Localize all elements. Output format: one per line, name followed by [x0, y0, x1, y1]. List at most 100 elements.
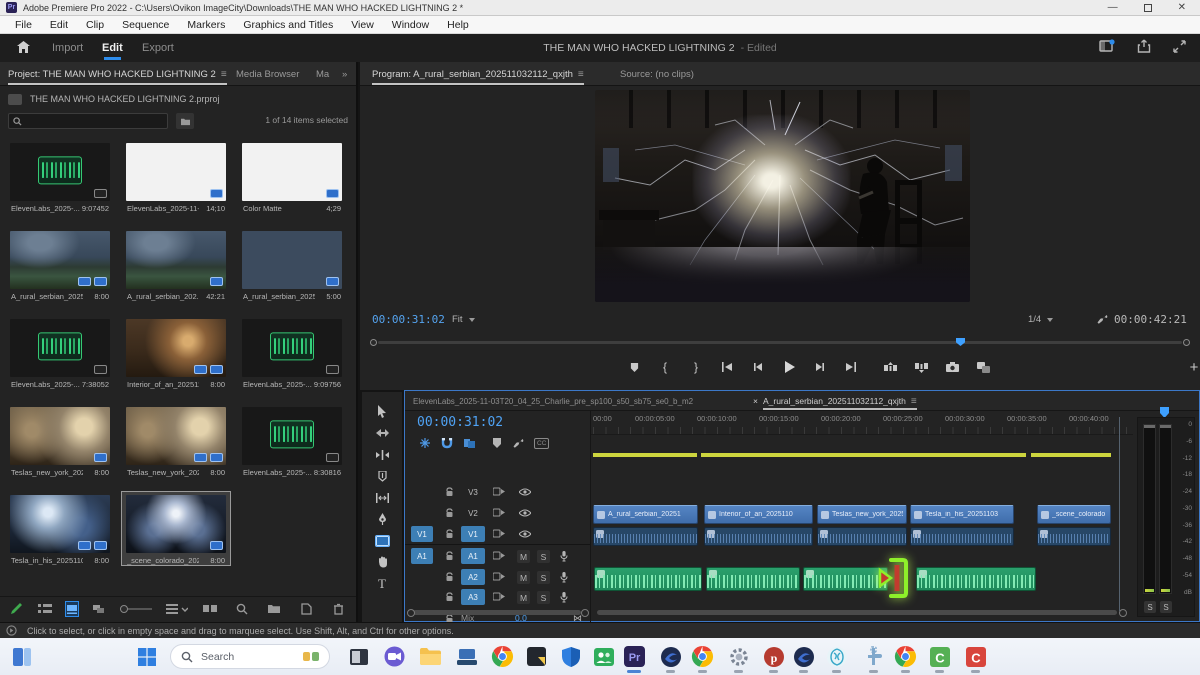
video-item-thumbnail[interactable]: [126, 319, 226, 377]
minimize-button[interactable]: —: [1108, 3, 1118, 13]
track-target-v2[interactable]: V2: [461, 505, 485, 521]
taskbar-item-swirl-app-1[interactable]: [657, 643, 684, 670]
timeline-clip-a1[interactable]: [704, 527, 813, 546]
track-header-a3[interactable]: A3MS: [405, 588, 591, 607]
project-search-input[interactable]: [8, 113, 168, 129]
track-header-v1[interactable]: V1V1: [405, 525, 591, 544]
tab-export[interactable]: Export: [142, 34, 174, 62]
taskbar-start-button[interactable]: [133, 643, 160, 670]
timeline-clip-v1[interactable]: Teslas_new_york_2025: [817, 505, 907, 524]
panel-menu-icon[interactable]: ≡: [221, 69, 227, 80]
timeline-clip-a3[interactable]: [916, 567, 1036, 591]
solo-button[interactable]: S: [537, 591, 550, 604]
ripple-edit-tool[interactable]: [371, 445, 393, 464]
new-bin-button[interactable]: [266, 602, 282, 616]
work-area-bar[interactable]: [593, 453, 697, 457]
video-item-thumbnail[interactable]: [10, 231, 110, 289]
mark-out-button[interactable]: }: [684, 356, 708, 378]
lift-button[interactable]: [878, 356, 902, 378]
project-item[interactable]: ElevenLabs_2025-11-...14;10: [122, 140, 230, 213]
menu-graphics-and-titles[interactable]: Graphics and Titles: [234, 19, 342, 31]
sync-lock-icon[interactable]: [493, 487, 505, 496]
lock-icon[interactable]: [445, 551, 454, 561]
go-to-in-button[interactable]: [715, 356, 739, 378]
taskbar-item-green-c-app[interactable]: C: [926, 643, 953, 670]
tab-truncated[interactable]: Ma: [316, 62, 329, 86]
taskbar-search-input[interactable]: Search: [170, 644, 330, 669]
track-header-a2[interactable]: A2MS: [405, 568, 591, 587]
selection-tool[interactable]: [371, 402, 393, 421]
program-playhead[interactable]: [956, 338, 965, 346]
tab-timeline-background-sequence[interactable]: ElevenLabs_2025-11-03T20_04_25_Charlie_p…: [413, 391, 693, 411]
close-button[interactable]: ✕: [1178, 3, 1186, 13]
hand-tool[interactable]: [371, 553, 393, 572]
matte-item-thumbnail[interactable]: [242, 143, 342, 201]
video-item-thumbnail[interactable]: [242, 231, 342, 289]
button-editor-plus[interactable]: +: [1182, 356, 1200, 378]
taskbar-item-swirl-app-2[interactable]: [790, 643, 817, 670]
delete-button[interactable]: [330, 602, 346, 616]
item-name[interactable]: ElevenLabs_2025-...: [243, 468, 312, 477]
timeline-clip-v1[interactable]: _scene_colorado: [1037, 505, 1111, 524]
share-icon[interactable]: [1137, 39, 1151, 53]
sync-lock-icon[interactable]: [493, 572, 505, 581]
project-item[interactable]: Teslas_new_york_202...8:00: [6, 404, 114, 477]
tab-program-monitor[interactable]: Program: A_rural_serbian_202511032112_qx…: [372, 62, 584, 86]
find-button[interactable]: [234, 602, 250, 616]
work-area-bar[interactable]: [1031, 453, 1111, 457]
mute-button[interactable]: M: [517, 550, 530, 563]
taskbar-item-premiere-pro[interactable]: Pr: [621, 643, 648, 670]
toggle-track-output-eye-icon[interactable]: [519, 488, 531, 496]
solo-left-button[interactable]: S: [1144, 601, 1156, 613]
track-target-v3[interactable]: V3: [461, 484, 485, 500]
project-item[interactable]: _scene_colorado_2025...8:00: [122, 492, 230, 565]
razor-tool[interactable]: [371, 467, 393, 486]
timeline-horizontal-scrollbar[interactable]: [597, 610, 1117, 615]
track-header-a1[interactable]: A1A1MS: [405, 547, 591, 566]
sync-lock-icon[interactable]: [493, 592, 505, 601]
mute-button[interactable]: M: [517, 571, 530, 584]
tab-import[interactable]: Import: [52, 34, 83, 62]
step-forward-button[interactable]: [808, 356, 832, 378]
go-to-out-button[interactable]: [839, 356, 863, 378]
lock-icon[interactable]: [445, 487, 454, 497]
project-item[interactable]: A_rural_serbian_202...42:21: [122, 228, 230, 301]
search-in-bin-button[interactable]: [176, 113, 194, 129]
type-tool[interactable]: T: [371, 574, 393, 593]
taskbar-item-video-call-app[interactable]: [381, 643, 408, 670]
close-tab-icon[interactable]: ×: [753, 396, 758, 406]
workspaces-icon[interactable]: [1099, 39, 1115, 53]
project-item[interactable]: Color Matte4;29: [238, 140, 346, 213]
track-target-a2[interactable]: A2: [461, 569, 485, 585]
audio-item-thumbnail[interactable]: [242, 319, 342, 377]
project-item[interactable]: A_rural_serbian_2025...5:00: [238, 228, 346, 301]
menu-view[interactable]: View: [342, 19, 383, 31]
menu-sequence[interactable]: Sequence: [113, 19, 178, 31]
comparison-view-button[interactable]: [971, 356, 995, 378]
home-icon[interactable]: [16, 40, 31, 54]
menu-markers[interactable]: Markers: [178, 19, 234, 31]
video-item-thumbnail[interactable]: [126, 495, 226, 553]
list-view-button[interactable]: [38, 602, 52, 616]
video-audio-divider[interactable]: [405, 544, 590, 545]
project-breadcrumb[interactable]: THE MAN WHO HACKED LIGHTNING 2.prproj: [0, 88, 356, 110]
step-back-button[interactable]: [746, 356, 770, 378]
timeline-clip-a3[interactable]: [803, 567, 888, 591]
settings-wrench-icon[interactable]: [1096, 313, 1108, 325]
taskbar-item-brain-app[interactable]: [823, 643, 850, 670]
item-name[interactable]: ElevenLabs_2025-11-...: [127, 204, 199, 213]
work-area-bar[interactable]: [701, 453, 1026, 457]
mark-in-button[interactable]: {: [653, 356, 677, 378]
taskbar-item-device-app[interactable]: [453, 643, 480, 670]
panel-menu-icon[interactable]: ≡: [578, 69, 584, 80]
audio-item-thumbnail[interactable]: [10, 143, 110, 201]
video-item-thumbnail[interactable]: [126, 407, 226, 465]
taskbar-item-people-app[interactable]: [590, 643, 617, 670]
maximize-button[interactable]: [1144, 4, 1152, 12]
track-header-v2[interactable]: V2: [405, 504, 591, 523]
panel-menu-icon[interactable]: ≡: [911, 396, 917, 407]
tab-media-browser[interactable]: Media Browser: [236, 62, 299, 86]
menu-help[interactable]: Help: [438, 19, 478, 31]
item-name[interactable]: A_rural_serbian_2025...: [243, 292, 315, 301]
menu-clip[interactable]: Clip: [77, 19, 113, 31]
